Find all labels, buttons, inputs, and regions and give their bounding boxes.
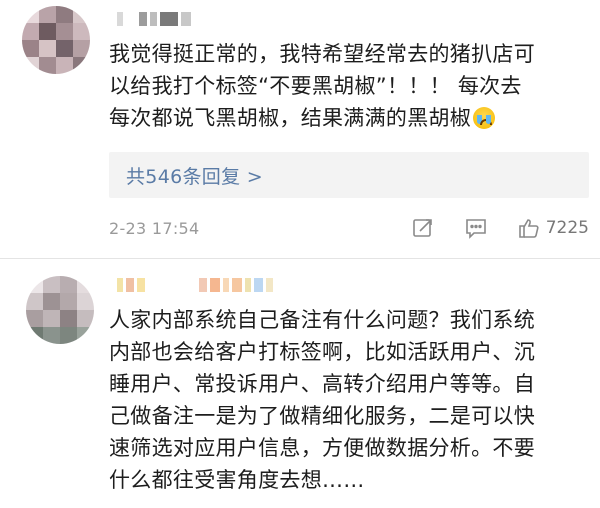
comment-divider	[0, 258, 600, 259]
like-icon[interactable]	[518, 217, 540, 239]
commenter-name-pixelated[interactable]	[117, 12, 191, 26]
crying-face-icon	[473, 107, 496, 129]
replies-panel[interactable]: 共546条回复 >	[109, 152, 589, 198]
comment-text: 我觉得挺正常的，我特希望经常去的猪扒店可 以给我打个标签“不要黑胡椒”！！！ 每…	[109, 38, 589, 134]
comment-line: 睡用户、常投诉用户、高转介绍用户等等。自	[109, 372, 535, 396]
comment-line: 人家内部系统自己备注有什么问题？我们系统	[109, 308, 535, 332]
commenter-name-pixelated[interactable]	[117, 278, 273, 292]
comment-line: 速筛选对应用户信息，方便做数据分析。不要	[109, 436, 535, 460]
comment-timestamp: 2-23 17:54	[109, 218, 200, 238]
comment-line: 每次都说飞黑胡椒，结果满满的黑胡椒	[109, 106, 472, 130]
commenter-avatar[interactable]	[22, 6, 90, 74]
like-count: 7225	[545, 218, 589, 238]
commenter-avatar[interactable]	[26, 276, 94, 344]
repost-icon[interactable]	[412, 217, 434, 239]
comment-actions: 7225	[412, 217, 589, 239]
comment-line: 我觉得挺正常的，我特希望经常去的猪扒店可	[109, 42, 535, 66]
comment-text: 人家内部系统自己备注有什么问题？我们系统 内部也会给客户打标签啊，比如活跃用户、…	[109, 304, 589, 496]
comment-line: 以给我打个标签“不要黑胡椒”！！！ 每次去	[109, 74, 522, 98]
view-replies-link[interactable]: 共546条回复 >	[126, 162, 263, 189]
comment-icon[interactable]	[465, 217, 487, 239]
comment-meta-row: 2-23 17:54 7225	[109, 212, 589, 244]
comment-line: 己做备注一是为了做精细化服务，二是可以快	[109, 404, 535, 428]
comment-line: 内部也会给客户打标签啊，比如活跃用户、沉	[109, 340, 535, 364]
comment-line: 什么都往受害角度去想……	[109, 468, 365, 492]
